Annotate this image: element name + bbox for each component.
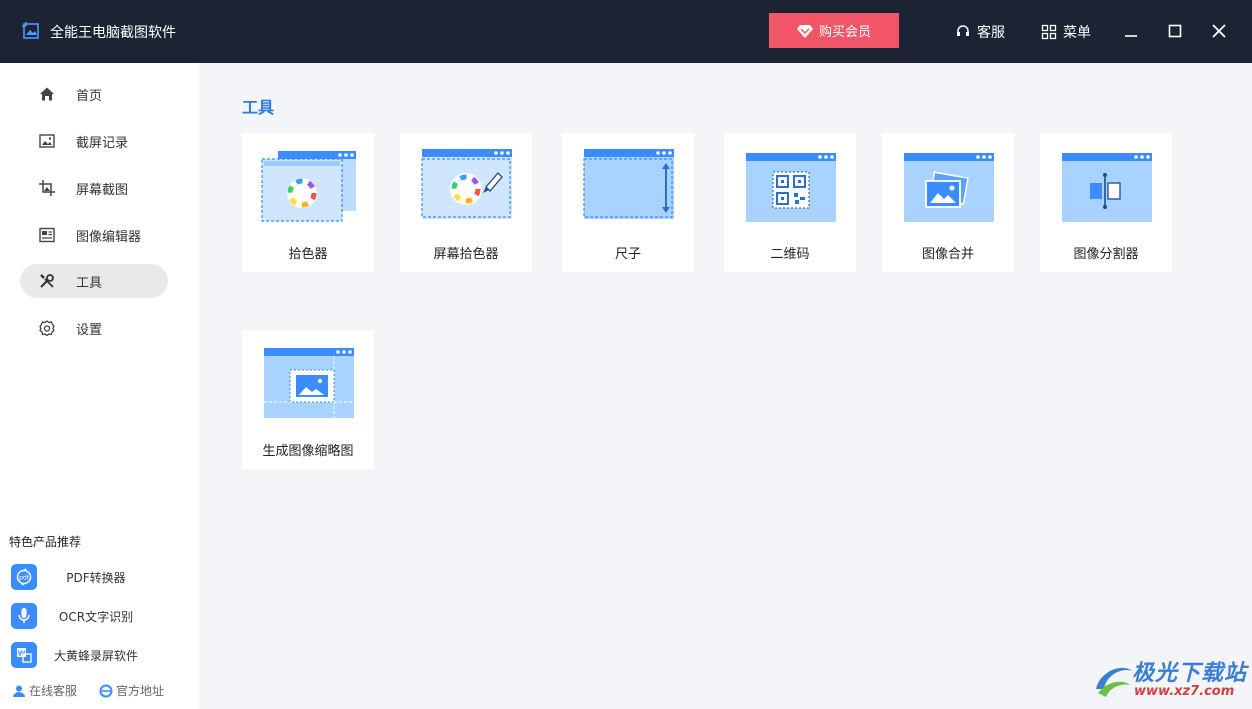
recommend-item-label: 大黄蜂录屏软件 — [53, 649, 138, 663]
maximize-button[interactable] — [1164, 20, 1186, 42]
sidebar-item-settings[interactable]: 设置 — [20, 311, 168, 345]
maximize-icon — [1168, 24, 1182, 38]
sidebar-item-home[interactable]: 首页 — [20, 77, 168, 111]
headset-icon — [957, 25, 969, 36]
recommend-title: 特色产品推荐 — [9, 535, 82, 549]
tool-card-label: 拾色器 — [288, 247, 328, 262]
tool-card-image-merge[interactable]: 图像合并 — [882, 133, 1014, 272]
tool-card-label: 图像分割器 — [1073, 247, 1139, 262]
sidebar-item-tools[interactable]: 工具 — [20, 264, 168, 298]
online-service-link[interactable]: 在线客服 — [12, 682, 77, 699]
buy-vip-label: 购买会员 — [818, 25, 871, 40]
tool-card-qr-code[interactable]: 二维码 — [724, 133, 856, 272]
menu-label: 菜单 — [1063, 25, 1091, 41]
online-service-label: 在线客服 — [29, 684, 78, 698]
close-icon — [1212, 24, 1226, 38]
recommend-item-label: OCR文字识别 — [58, 610, 134, 624]
tool-card-color-picker[interactable]: 拾色器 — [242, 133, 374, 272]
sidebar-item-label: 截屏记录 — [76, 136, 129, 151]
image-editor-icon — [39, 227, 55, 243]
official-site-label: 官方地址 — [116, 684, 165, 698]
recommend-item-pdf[interactable]: pdf PDF转换器 — [11, 564, 191, 590]
official-site-link[interactable]: 官方地址 — [99, 682, 164, 699]
home-icon — [39, 86, 55, 102]
sidebar-item-label: 工具 — [76, 276, 103, 291]
watermark-logo: 极光下载站 www.xz7.com — [1092, 655, 1247, 705]
tool-card-label: 二维码 — [770, 247, 810, 262]
customer-service-label: 客服 — [977, 25, 1005, 41]
image-merge-icon — [898, 147, 998, 227]
tool-card-label: 图像合并 — [921, 247, 974, 262]
image-split-icon — [1056, 147, 1156, 227]
sidebar-item-image-editor[interactable]: 图像编辑器 — [20, 218, 168, 252]
aurora-logo-icon — [1096, 667, 1132, 697]
crop-icon — [39, 180, 55, 196]
sidebar: 首页 截屏记录 屏幕截图 图像编辑器 工具 设置 特色产品推荐 pdf PDF转… — [0, 63, 199, 709]
tool-card-label: 生成图像缩略图 — [262, 444, 354, 459]
thumbnail-icon — [258, 344, 358, 424]
recommend-item-ocr[interactable]: OCR文字识别 — [11, 603, 191, 629]
grid-icon — [1041, 24, 1057, 40]
browser-icon — [99, 684, 113, 697]
tool-card-thumbnail[interactable]: 生成图像缩略图 — [242, 330, 374, 469]
tools-icon — [39, 273, 55, 289]
watermark-name: 极光下载站 — [1132, 661, 1248, 686]
watermark-url: www.xz7.com — [1134, 684, 1235, 699]
ruler-icon — [578, 147, 678, 227]
app-logo-icon — [22, 22, 40, 40]
tool-card-label: 尺子 — [614, 247, 641, 262]
close-button[interactable] — [1208, 20, 1230, 42]
sidebar-item-screen-capture[interactable]: 屏幕截图 — [20, 171, 168, 205]
sidebar-item-label: 屏幕截图 — [76, 183, 129, 198]
title-bar: 全能王电脑截图软件 购买会员 客服 菜单 — [0, 0, 1252, 63]
user-icon — [13, 685, 25, 697]
minimize-button[interactable] — [1120, 20, 1142, 42]
sidebar-item-label: 设置 — [76, 323, 103, 338]
sidebar-item-screenshot-history[interactable]: 截屏记录 — [20, 124, 168, 158]
diamond-icon — [796, 24, 813, 38]
app-title: 全能王电脑截图软件 — [50, 25, 176, 41]
recommend-item-label: PDF转换器 — [66, 571, 126, 585]
tool-card-image-split[interactable]: 图像分割器 — [1040, 133, 1172, 272]
screen-color-picker-icon — [416, 147, 516, 227]
recommend-item-recorder[interactable]: W 大黄蜂录屏软件 — [11, 642, 191, 668]
minimize-icon — [1125, 35, 1137, 37]
gear-icon — [39, 320, 55, 337]
buy-vip-button[interactable]: 购买会员 — [769, 13, 899, 48]
menu-button[interactable]: 菜单 — [1041, 22, 1091, 42]
tool-card-ruler[interactable]: 尺子 — [562, 133, 694, 272]
qr-code-icon — [740, 147, 840, 227]
screenshot-history-icon — [39, 133, 55, 149]
tool-card-screen-color-picker[interactable]: 屏幕拾色器 — [400, 133, 532, 272]
sidebar-item-label: 首页 — [76, 89, 103, 104]
color-picker-icon — [258, 147, 358, 227]
tool-card-label: 屏幕拾色器 — [433, 247, 499, 262]
section-title: 工具 — [242, 98, 275, 117]
sidebar-item-label: 图像编辑器 — [76, 230, 142, 245]
customer-service-button[interactable]: 客服 — [955, 22, 1005, 42]
